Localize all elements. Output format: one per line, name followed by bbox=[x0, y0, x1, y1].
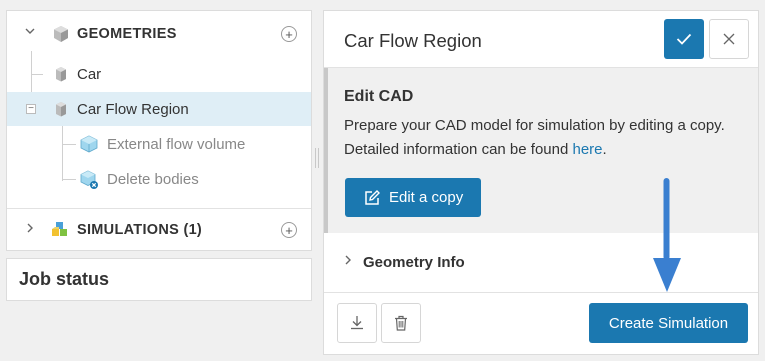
chevron-right-icon[interactable] bbox=[342, 253, 354, 269]
add-geometry-button[interactable]: + bbox=[281, 26, 297, 42]
panel-resize-handle[interactable] bbox=[315, 148, 319, 168]
help-link[interactable]: here bbox=[572, 141, 602, 158]
geometries-label: GEOMETRIES bbox=[77, 26, 177, 42]
chevron-down-icon[interactable] bbox=[24, 25, 36, 40]
chevron-right-icon[interactable] bbox=[24, 222, 36, 237]
property-panel: Car Flow Region Edit CAD Prepare your CA… bbox=[323, 10, 759, 355]
tree-row-simulations[interactable]: SIMULATIONS (1) + bbox=[7, 212, 311, 246]
close-button[interactable] bbox=[709, 19, 749, 59]
tree-item-label: External flow volume bbox=[107, 136, 246, 153]
delete-button[interactable] bbox=[381, 303, 421, 343]
edit-a-copy-label: Edit a copy bbox=[389, 189, 464, 206]
geometry-info-label: Geometry Info bbox=[363, 254, 465, 271]
edit-a-copy-button[interactable]: Edit a copy bbox=[345, 178, 481, 217]
part-icon bbox=[52, 65, 70, 83]
description-period: . bbox=[602, 141, 607, 158]
collapse-icon[interactable]: − bbox=[26, 104, 36, 114]
part-icon bbox=[52, 100, 70, 118]
simulations-label: SIMULATIONS (1) bbox=[77, 222, 203, 238]
download-button[interactable] bbox=[337, 303, 377, 343]
geometry-info-section[interactable]: Geometry Info bbox=[324, 233, 758, 293]
job-status-title: Job status bbox=[19, 269, 110, 289]
tree-item-external-flow-volume[interactable]: External flow volume bbox=[7, 127, 311, 161]
geometries-icon bbox=[52, 25, 70, 43]
download-icon bbox=[351, 316, 363, 330]
tree-row-geometries[interactable]: GEOMETRIES + bbox=[7, 17, 311, 51]
edit-cad-description-text: Prepare your CAD model for simulation by… bbox=[344, 117, 725, 158]
panel-title: Car Flow Region bbox=[344, 30, 482, 51]
job-status-panel[interactable]: Job status bbox=[6, 258, 312, 301]
flow-volume-icon bbox=[79, 135, 98, 153]
tree-item-car[interactable]: Car bbox=[7, 57, 311, 91]
edit-cad-section: Edit CAD Prepare your CAD model for simu… bbox=[324, 68, 758, 233]
annotation-arrow-icon bbox=[653, 178, 681, 292]
confirm-button[interactable] bbox=[664, 19, 704, 59]
tree-item-label: Delete bodies bbox=[107, 171, 199, 188]
geometry-tree-panel: GEOMETRIES + Car − Car Flow Region Exter… bbox=[6, 10, 312, 251]
tree-item-label: Car Flow Region bbox=[77, 101, 189, 118]
create-simulation-label: Create Simulation bbox=[608, 314, 729, 332]
tree-item-car-flow-region[interactable]: − Car Flow Region bbox=[7, 92, 311, 126]
delete-bodies-icon bbox=[79, 170, 98, 189]
create-simulation-button[interactable]: Create Simulation bbox=[589, 303, 748, 343]
check-icon bbox=[676, 33, 692, 45]
trash-icon bbox=[395, 315, 407, 331]
edit-cad-description: Prepare your CAD model for simulation by… bbox=[344, 114, 744, 162]
edit-cad-heading: Edit CAD bbox=[344, 88, 414, 105]
add-simulation-button[interactable]: + bbox=[281, 222, 297, 238]
simulations-icon bbox=[50, 219, 68, 237]
tree-item-label: Car bbox=[77, 66, 102, 83]
edit-icon bbox=[365, 189, 380, 205]
tree-item-delete-bodies[interactable]: Delete bodies bbox=[7, 162, 311, 196]
divider bbox=[7, 208, 311, 209]
panel-header: Car Flow Region bbox=[324, 11, 758, 68]
close-icon bbox=[723, 33, 735, 45]
